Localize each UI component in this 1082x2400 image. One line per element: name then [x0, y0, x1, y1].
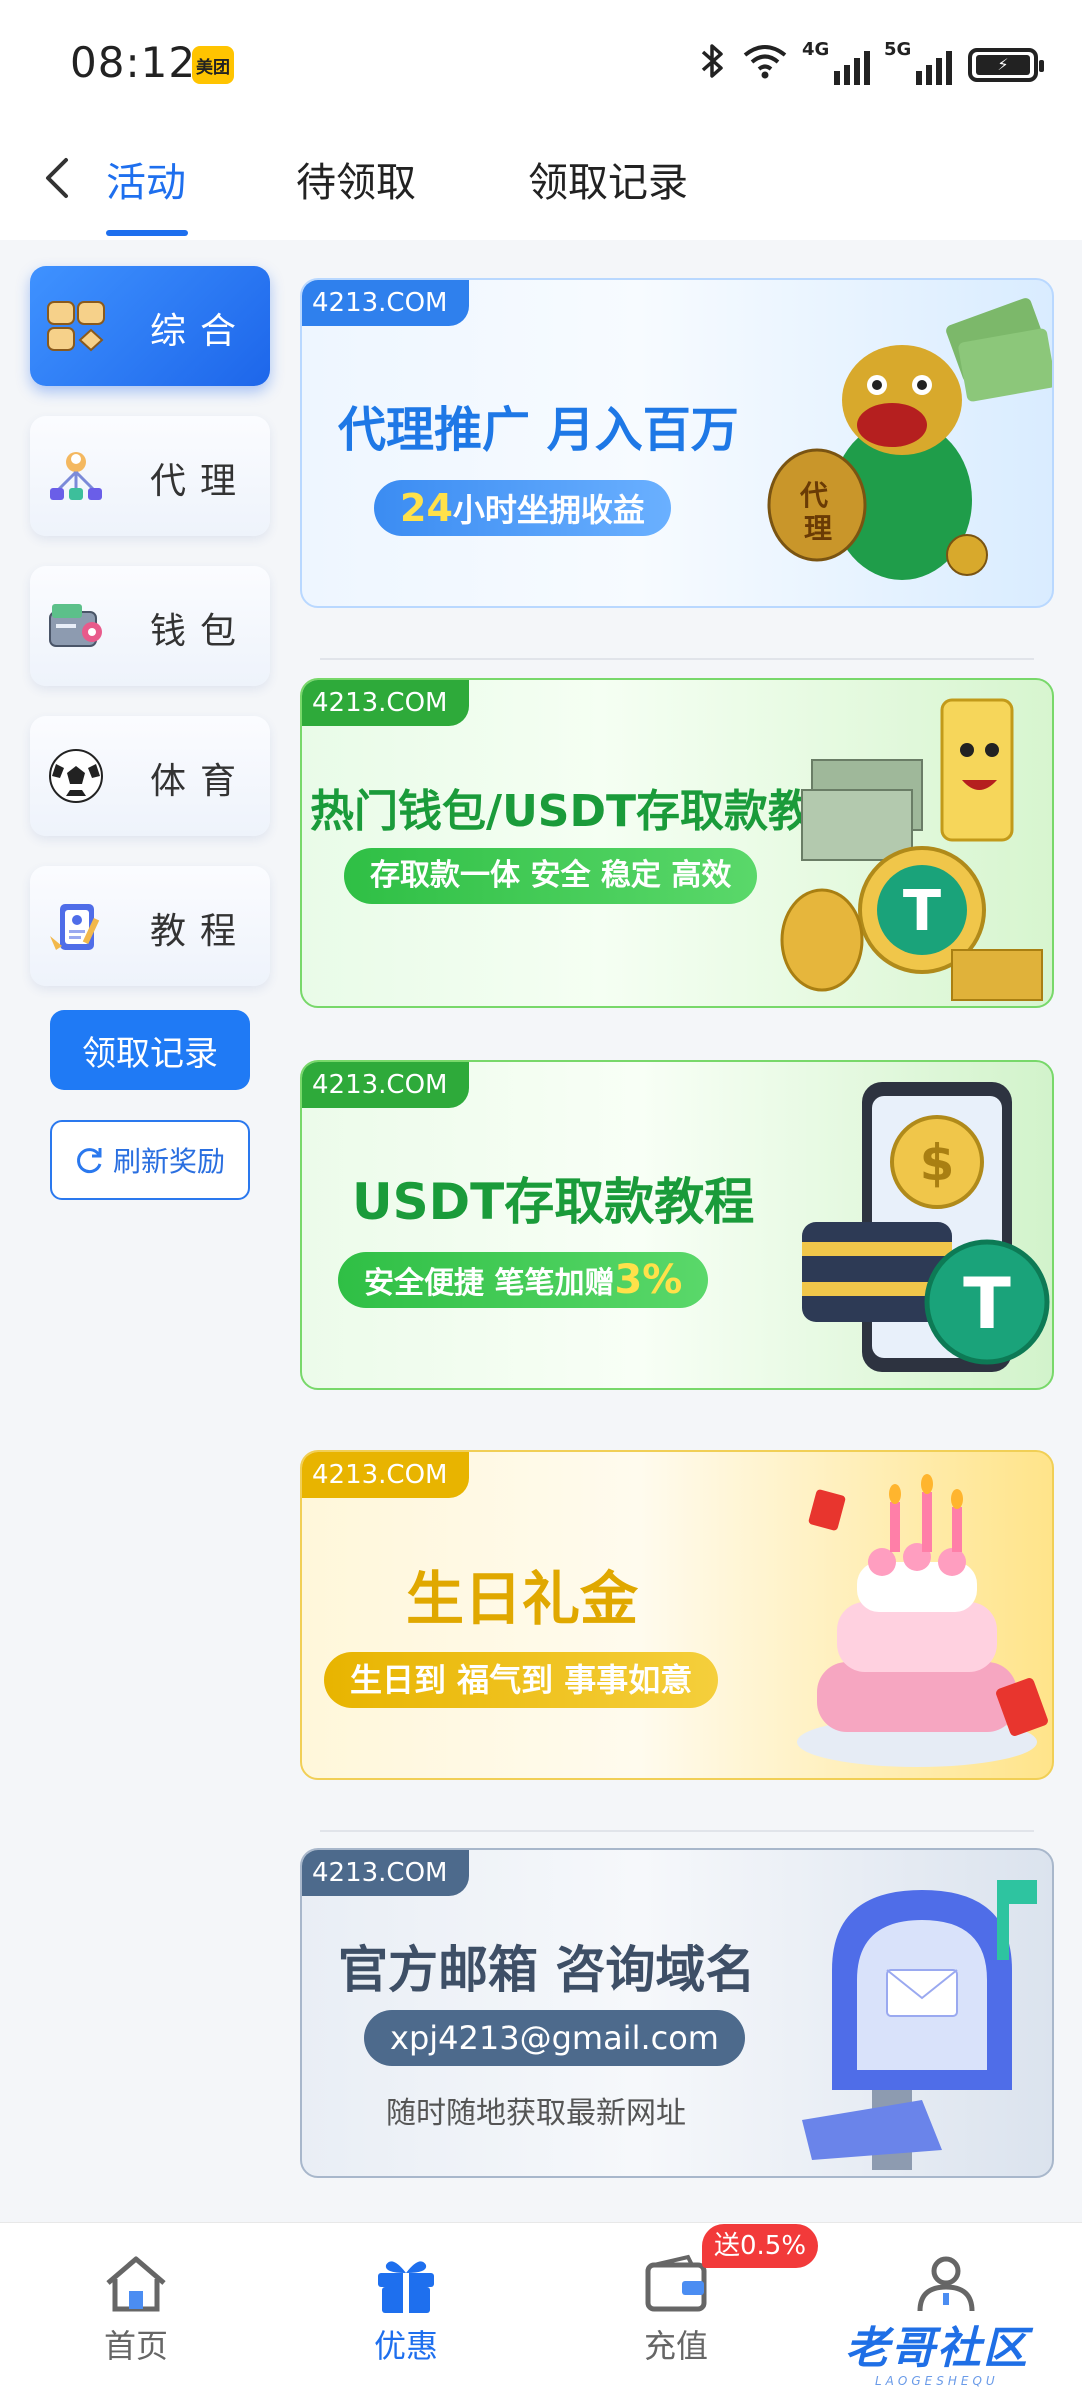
svg-text:理: 理	[804, 512, 832, 545]
banner-site-tag: 4213.COM	[302, 680, 470, 726]
banner-pill-highlight: 24	[400, 486, 453, 530]
banner-site-tag: 4213.COM	[302, 1062, 470, 1108]
recharge-bonus-badge: 送0.5%	[702, 2224, 819, 2268]
watermark-text: 老哥社区	[845, 2323, 1029, 2374]
sidebar-item-agent[interactable]: 代理	[30, 416, 270, 536]
nav-recharge[interactable]: 充值	[596, 2253, 756, 2373]
banner-pill-text: 安全便捷 笔笔加赠	[364, 1266, 615, 1301]
nav-label: 首页	[103, 2327, 168, 2365]
chevron-left-icon	[46, 158, 68, 198]
sidebar-item-wallet[interactable]: 钱包	[30, 566, 270, 686]
nav-promotions[interactable]: 优惠	[326, 2253, 486, 2373]
watermark-logo: 老哥社区 LAOGESHEQU	[845, 2312, 1029, 2388]
svg-text:代: 代	[799, 479, 828, 512]
tab-claim-records[interactable]: 领取记录	[528, 150, 688, 208]
claim-records-button[interactable]: 领取记录	[50, 1010, 250, 1090]
network-4g-label: 4G	[802, 39, 830, 60]
gift-icon	[378, 2261, 434, 2313]
profile-icon	[917, 2256, 975, 2312]
banner-official-email[interactable]: 4213.COM 官方邮箱 咨询域名 xpj4213@gmail.com 随时随…	[300, 1848, 1054, 2178]
banner-pill-highlight: 3%	[614, 1257, 683, 1303]
banner-site-tag: 4213.COM	[302, 1452, 470, 1498]
dragon-mascot-illustration: 代 理	[767, 298, 1052, 580]
banner-title: 代理推广 月入百万	[338, 402, 739, 458]
nav-home[interactable]: 首页	[56, 2253, 216, 2373]
banner-pill: 24小时坐拥收益	[374, 480, 671, 536]
status-bar: 08:12 美团 4G 5G ⚡	[0, 0, 1082, 130]
cards-icon	[44, 296, 108, 356]
banner-subtitle: 随时随地获取最新网址	[386, 2096, 686, 2131]
tab-pending[interactable]: 待领取	[296, 150, 416, 208]
banner-divider	[320, 1830, 1034, 1832]
banner-agent-promotion[interactable]: 4213.COM 代理推广 月入百万 24小时坐拥收益 代 理	[300, 278, 1054, 608]
birthday-cake-illustration	[797, 1474, 1048, 1767]
banner-pill: 生日到 福气到 事事如意	[324, 1652, 719, 1708]
soccer-ball-icon	[44, 746, 108, 806]
wifi-icon	[742, 43, 788, 88]
sidebar-item-general[interactable]: 综合	[30, 266, 270, 386]
home-icon	[106, 2256, 166, 2312]
sidebar-item-tutorial[interactable]: 教程	[30, 866, 270, 986]
agent-network-icon	[44, 446, 108, 506]
usdt-coins-illustration: T	[780, 698, 1043, 1001]
tab-activities[interactable]: 活动	[106, 150, 186, 208]
phone-wallet-illustration: $ T	[802, 1082, 1050, 1372]
network-5g-label: 5G	[884, 39, 912, 60]
sidebar-item-label: 钱包	[150, 611, 251, 652]
svg-text:$: $	[920, 1134, 955, 1192]
nav-label: 优惠	[373, 2327, 438, 2365]
nav-label: 充值	[643, 2327, 708, 2365]
refresh-rewards-button[interactable]: 刷新奖励	[50, 1120, 250, 1200]
banner-title: USDT存取款教程	[352, 1173, 755, 1231]
wallet-icon	[44, 596, 108, 656]
status-time: 08:12	[70, 38, 197, 87]
banner-pill-text: 小时坐拥收益	[452, 491, 645, 529]
banner-pill: 安全便捷 笔笔加赠3%	[338, 1252, 709, 1308]
top-tab-bar: 活动 待领取 领取记录	[0, 130, 1082, 240]
status-icons: 4G 5G ⚡	[700, 39, 1044, 90]
banner-pill: 存取款一体 安全 稳定 高效	[344, 848, 758, 904]
banner-site-tag: 4213.COM	[302, 280, 470, 326]
mailbox-illustration	[802, 1880, 1037, 2170]
bluetooth-icon	[700, 41, 726, 90]
meituan-app-badge: 美团	[192, 46, 234, 84]
active-tab-indicator	[106, 230, 188, 236]
tutorial-clipboard-icon	[44, 896, 108, 956]
back-button[interactable]	[32, 148, 82, 208]
banner-divider	[320, 658, 1034, 660]
sidebar-item-label: 综合	[150, 311, 251, 352]
svg-text:T: T	[963, 1263, 1011, 1345]
banner-title: 生日礼金	[406, 1565, 639, 1633]
signal-4g-icon: 4G	[802, 39, 870, 85]
battery-icon: ⚡	[968, 48, 1044, 82]
sidebar-item-label: 体育	[150, 761, 251, 802]
refresh-rewards-label: 刷新奖励	[112, 1145, 225, 1178]
sidebar-item-label: 教程	[150, 911, 251, 952]
banner-email-pill: xpj4213@gmail.com	[364, 2010, 745, 2066]
banner-birthday-bonus[interactable]: 4213.COM 生日礼金 生日到 福气到 事事如意	[300, 1450, 1054, 1780]
refresh-icon	[77, 1148, 102, 1174]
wallet-icon	[645, 2254, 707, 2312]
banner-site-tag: 4213.COM	[302, 1850, 470, 1896]
sidebar-item-label: 代理	[150, 461, 251, 502]
watermark-subtext: LAOGESHEQU	[875, 2374, 999, 2388]
svg-text:T: T	[903, 879, 941, 944]
sidebar-item-sports[interactable]: 体育	[30, 716, 270, 836]
banner-wallet-usdt-tutorial[interactable]: 4213.COM 热门钱包/USDT存取款教程 存取款一体 安全 稳定 高效 T	[300, 678, 1054, 1008]
banner-usdt-deposit-tutorial[interactable]: 4213.COM USDT存取款教程 安全便捷 笔笔加赠3% $ T	[300, 1060, 1054, 1390]
banner-title: 官方邮箱 咨询域名	[338, 1941, 756, 1999]
signal-5g-icon: 5G	[884, 39, 952, 85]
